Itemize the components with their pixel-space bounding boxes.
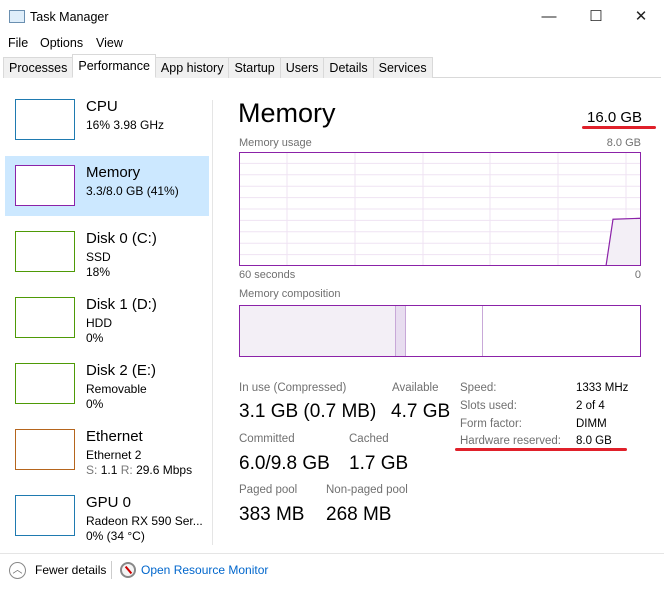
- sidebar-divider: [212, 100, 213, 545]
- committed-label: Committed: [239, 433, 295, 445]
- sidebar-item-usage: 0%: [86, 331, 104, 345]
- sidebar-thumbnail-graph: [15, 429, 75, 470]
- sidebar-item-detail: 16% 3.98 GHz: [86, 118, 165, 132]
- paged-pool-label: Paged pool: [239, 484, 298, 496]
- sidebar-item-disk-0-c[interactable]: Disk 0 (C:) SSD 18%: [5, 222, 209, 282]
- sidebar-item-usage: 0%: [86, 397, 104, 411]
- sidebar-thumbnail-graph: [15, 231, 75, 272]
- in-use-value: 3.1 GB (0.7 MB): [239, 401, 377, 422]
- fewer-details-button[interactable]: Fewer details: [35, 563, 106, 577]
- spec-speed-value: 1333 MHz: [576, 382, 629, 394]
- spec-hw-reserved-label: Hardware reserved:: [460, 435, 561, 447]
- spec-hw-reserved-value: 8.0 GB: [576, 435, 612, 447]
- tab-bar: Processes Performance App history Startu…: [3, 54, 661, 78]
- in-use-label: In use (Compressed): [239, 382, 347, 394]
- nonpaged-pool-value: 268 MB: [326, 504, 392, 525]
- receive-value: 29.6 Mbps: [136, 463, 193, 477]
- sidebar-item-name: Disk 1 (D:): [86, 296, 157, 313]
- composition-in-use[interactable]: [240, 306, 396, 356]
- memory-composition-label: Memory composition: [239, 288, 341, 300]
- sidebar-item-usage: 18%: [86, 265, 111, 279]
- maximize-button[interactable]: ☐: [573, 4, 619, 30]
- time-axis-left: 60 seconds: [239, 269, 296, 281]
- resource-monitor-icon: [120, 562, 136, 578]
- sidebar-item-detail: Ethernet 2: [86, 448, 142, 462]
- sidebar-item-detail: 3.3/8.0 GB (41%): [86, 184, 179, 198]
- sidebar-item-throughput: S: 1.1 R: 29.6 Mbps: [86, 463, 192, 478]
- footer-separator: [111, 561, 112, 579]
- total-memory: 16.0 GB: [587, 109, 643, 126]
- spec-form-factor-value: DIMM: [576, 418, 607, 430]
- available-label: Available: [392, 382, 439, 394]
- sidebar-item-detail: SSD: [86, 250, 111, 264]
- usage-area: [605, 217, 641, 266]
- task-manager-app-icon: [9, 10, 25, 23]
- tab-startup[interactable]: Startup: [228, 57, 281, 78]
- cached-label: Cached: [349, 433, 389, 445]
- memory-composition-bar: [239, 305, 641, 357]
- sidebar-thumbnail-graph: [15, 165, 75, 206]
- minimize-button[interactable]: —: [526, 4, 572, 30]
- sidebar-item-name: Disk 0 (C:): [86, 230, 157, 247]
- page-title: Memory: [238, 98, 336, 128]
- close-button[interactable]: ✕: [618, 4, 664, 30]
- sidebar-item-usage: 0% (34 °C): [86, 529, 145, 543]
- tab-users[interactable]: Users: [279, 57, 325, 78]
- window-title: Task Manager: [30, 10, 109, 24]
- composition-standby[interactable]: [406, 306, 483, 356]
- spec-form-factor-label: Form factor:: [460, 418, 522, 430]
- composition-modified[interactable]: [396, 306, 406, 356]
- sidebar-item-disk-1-d[interactable]: Disk 1 (D:) HDD 0%: [5, 288, 209, 348]
- tab-performance[interactable]: Performance: [72, 54, 156, 78]
- memory-usage-graph: [239, 152, 641, 266]
- sidebar-item-name: GPU 0: [86, 494, 132, 511]
- sidebar-thumbnail-graph: [15, 99, 75, 140]
- tab-processes[interactable]: Processes: [3, 57, 74, 78]
- memory-usage-label: Memory usage: [239, 137, 312, 149]
- menu-options[interactable]: Options: [40, 36, 83, 50]
- open-resource-monitor-link[interactable]: Open Resource Monitor: [141, 563, 268, 577]
- sidebar-item-name: Memory: [86, 164, 141, 181]
- sidebar-item-cpu[interactable]: CPU 16% 3.98 GHz: [5, 90, 209, 150]
- sidebar-item-name: Disk 2 (E:): [86, 362, 157, 379]
- sidebar-thumbnail-graph: [15, 363, 75, 404]
- sidebar-item-memory[interactable]: Memory 3.3/8.0 GB (41%): [5, 156, 209, 216]
- tab-app-history[interactable]: App history: [154, 57, 230, 78]
- menu-file[interactable]: File: [8, 36, 28, 50]
- sidebar-item-disk-2-e[interactable]: Disk 2 (E:) Removable 0%: [5, 354, 209, 414]
- send-value: 1.1: [100, 463, 118, 477]
- sidebar-item-detail: Removable: [86, 382, 147, 396]
- footer-divider: [0, 553, 664, 554]
- spec-slots-label: Slots used:: [460, 400, 517, 412]
- spec-slots-value: 2 of 4: [576, 400, 605, 412]
- committed-value: 6.0/9.8 GB: [239, 453, 330, 474]
- nonpaged-pool-label: Non-paged pool: [326, 484, 408, 496]
- memory-usage-max: 8.0 GB: [606, 137, 641, 149]
- composition-free[interactable]: [483, 306, 640, 356]
- sidebar-thumbnail-graph: [15, 297, 75, 338]
- cached-value: 1.7 GB: [349, 453, 409, 474]
- sidebar-thumbnail-graph: [15, 495, 75, 536]
- tab-details[interactable]: Details: [323, 57, 374, 78]
- red-annotation-underline: [455, 448, 627, 451]
- tab-services[interactable]: Services: [372, 57, 433, 78]
- paged-pool-value: 383 MB: [239, 504, 305, 525]
- sidebar-item-detail: HDD: [86, 316, 112, 330]
- receive-label: R:: [120, 463, 133, 477]
- spec-speed-label: Speed:: [460, 382, 497, 394]
- send-label: S:: [86, 463, 98, 477]
- available-value: 4.7 GB: [391, 401, 451, 422]
- chevron-up-icon[interactable]: ︿: [9, 562, 26, 579]
- menu-view[interactable]: View: [96, 36, 123, 50]
- sidebar-item-detail: Radeon RX 590 Ser...: [86, 514, 203, 528]
- red-annotation-underline: [582, 126, 656, 129]
- sidebar-item-gpu-0[interactable]: GPU 0 Radeon RX 590 Ser... 0% (34 °C): [5, 486, 209, 546]
- time-axis-right: 0: [634, 269, 641, 281]
- sidebar-item-name: Ethernet: [86, 428, 143, 445]
- sidebar-item-name: CPU: [86, 98, 118, 115]
- sidebar-item-ethernet[interactable]: Ethernet Ethernet 2 S: 1.1 R: 29.6 Mbps: [5, 420, 209, 480]
